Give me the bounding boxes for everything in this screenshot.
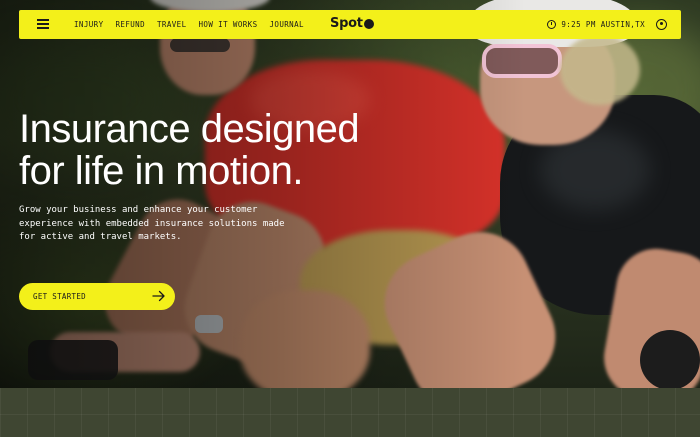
nav-links: INJURY REFUND TRAVEL HOW IT WORKS JOURNA… — [74, 10, 304, 39]
location-text: AUSTIN,TX — [600, 20, 645, 29]
brand-logo[interactable]: Spot — [330, 16, 374, 31]
user-icon[interactable] — [656, 19, 667, 30]
clock-icon — [547, 20, 557, 29]
time-text: 9:25 PM — [561, 20, 596, 29]
brand-name: Spot — [330, 16, 363, 31]
local-time: 9:25 PM AUSTIN,TX — [547, 10, 645, 39]
headline-line-1: Insurance designed — [19, 107, 360, 151]
get-started-button[interactable]: GET STARTED — [19, 283, 175, 310]
arrow-right-icon — [152, 290, 165, 302]
hero-headline: Insurance designed for life in motion. — [19, 108, 439, 192]
hero-subcopy: Grow your business and enhance your cust… — [19, 205, 285, 242]
section-strip — [0, 388, 700, 437]
brand-dot-icon — [363, 18, 374, 29]
nav-link-injury[interactable]: INJURY — [74, 20, 104, 29]
get-started-label: GET STARTED — [33, 292, 86, 301]
nav-link-refund[interactable]: REFUND — [116, 20, 146, 29]
top-nav: INJURY REFUND TRAVEL HOW IT WORKS JOURNA… — [19, 10, 681, 39]
nav-link-how-it-works[interactable]: HOW IT WORKS — [199, 20, 258, 29]
hero-photo — [0, 0, 700, 388]
page: INJURY REFUND TRAVEL HOW IT WORKS JOURNA… — [0, 0, 700, 437]
nav-link-travel[interactable]: TRAVEL — [157, 20, 187, 29]
hamburger-icon[interactable] — [37, 19, 49, 29]
headline-line-2: for life in motion. — [19, 149, 303, 193]
nav-link-journal[interactable]: JOURNAL — [270, 20, 304, 29]
